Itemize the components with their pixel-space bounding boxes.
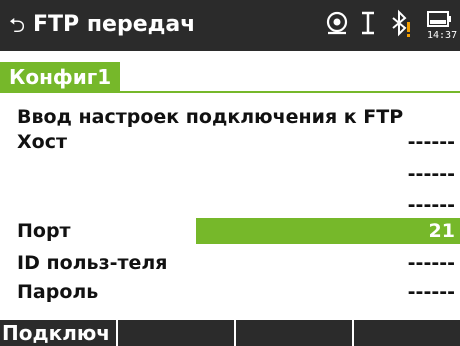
softkey-bar: Подключ: [0, 320, 460, 346]
password-value[interactable]: ------: [408, 279, 455, 305]
host-value-line-2[interactable]: ------: [408, 161, 455, 187]
form-heading: Ввод настроек подключения к FTP: [17, 106, 404, 128]
back-icon[interactable]: ⮌: [9, 13, 25, 37]
softkey-2[interactable]: [118, 320, 236, 346]
host-row-3[interactable]: ------: [0, 192, 460, 218]
port-row[interactable]: Порт 21: [0, 218, 460, 244]
cursor-i-icon: [360, 8, 376, 38]
tab-divider: [0, 91, 460, 93]
host-row-2[interactable]: ------: [0, 161, 460, 187]
battery-icon: [426, 8, 452, 30]
softkey-4[interactable]: [354, 320, 460, 346]
user-id-row[interactable]: ID польз-теля ------: [0, 250, 460, 276]
user-id-label: ID польз-теля: [17, 252, 168, 274]
port-label: Порт: [17, 220, 71, 242]
clock-time: 14:37: [427, 30, 458, 41]
tab-config1[interactable]: Конфиг1: [0, 62, 121, 92]
host-value-line-3[interactable]: ------: [408, 192, 455, 218]
port-field[interactable]: 21: [196, 218, 460, 244]
softkey-3[interactable]: [236, 320, 354, 346]
password-row[interactable]: Пароль ------: [0, 279, 460, 305]
softkey-connect[interactable]: Подключ: [0, 320, 118, 346]
host-label: Хост: [17, 131, 67, 153]
title-bar: ⮌ FTP передач 14:37: [0, 0, 460, 51]
tab-bar: Конфиг1: [0, 51, 460, 93]
password-label: Пароль: [17, 281, 99, 303]
gnss-target-icon: [323, 8, 351, 38]
form-heading-row: Ввод настроек подключения к FTP: [0, 104, 460, 130]
host-value-line-1[interactable]: ------: [408, 129, 455, 155]
app-title: FTP передач: [33, 12, 196, 37]
host-row[interactable]: Хост ------: [0, 129, 460, 155]
bluetooth-warning-icon: [389, 8, 415, 42]
user-id-value[interactable]: ------: [408, 250, 455, 276]
